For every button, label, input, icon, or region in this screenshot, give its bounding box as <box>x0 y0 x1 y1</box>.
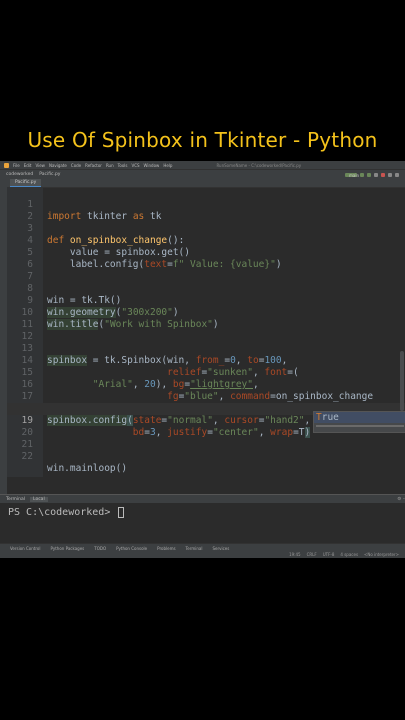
run-icon[interactable] <box>360 172 364 177</box>
code-line: 17 <box>7 379 405 402</box>
menu-file[interactable]: File <box>13 163 20 168</box>
menu-code[interactable]: Code <box>71 163 81 168</box>
menu-refactor[interactable]: Refactor <box>85 163 102 168</box>
code-line: 6 <box>7 247 405 270</box>
code-line: 3 def on_spinbox_change(): <box>7 211 405 246</box>
code-line: 1 import tkinter as tk <box>7 187 405 222</box>
search-icon[interactable] <box>388 172 392 177</box>
code-line: 7 <box>7 259 405 282</box>
code-line: 4 value = spinbox.get() <box>7 223 405 258</box>
status-interpreter[interactable]: <No interpreter> <box>364 552 399 557</box>
terminal-title: Terminal <box>6 496 26 502</box>
code-line: 18 spinbox.config(state="normal", cursor… <box>7 391 405 426</box>
menu-window[interactable]: Window <box>144 163 160 168</box>
breadcrumb-project[interactable]: codeworked <box>6 172 33 177</box>
editor-scrollbar[interactable] <box>400 351 404 411</box>
code-line: 13 spinbox = tk.Spinbox(win, from_=0, to… <box>7 331 405 366</box>
autocomplete-item-true[interactable]: True <box>314 412 405 423</box>
terminal-settings-icon[interactable]: ⚙ – <box>397 497 405 502</box>
menu-tools[interactable]: Tools <box>118 163 128 168</box>
code-text: win.mainloop() <box>47 463 128 474</box>
navigation-bar: codeworked Pacific.py main <box>0 169 405 179</box>
app-logo-icon <box>4 162 9 168</box>
video-title: Use Of Spinbox in Tkinter - Python <box>27 128 378 152</box>
autocomplete-hint <box>316 425 404 427</box>
menu-edit[interactable]: Edit <box>24 163 32 168</box>
ide-window: File Edit View Navigate Code Refactor Ru… <box>0 161 405 558</box>
terminal-prompt: PS C:\codeworked> <box>8 507 117 518</box>
terminal-cursor <box>118 507 124 518</box>
tab-pacific-py[interactable]: Pacific.py <box>10 179 42 187</box>
tool-python-packages[interactable]: Python Packages <box>50 546 84 551</box>
status-encoding[interactable]: UTF-8 <box>323 552 335 557</box>
window-title: RunSomeName - C:\codeworked\Pacific.py <box>216 162 302 168</box>
autocomplete-popup: True <box>313 411 405 433</box>
code-line: 16 fg="blue", command=on_spinbox_change <box>7 367 405 402</box>
tool-version-control[interactable]: Version Control <box>10 546 40 551</box>
tab-local[interactable]: Local <box>30 496 48 502</box>
breadcrumb-file[interactable]: Pacific.py <box>39 172 60 177</box>
code-line: 12 <box>7 319 405 342</box>
status-line-sep[interactable]: CRLF <box>307 552 317 557</box>
code-line: 5 label.config(text=f" Value: {value}") <box>7 235 405 270</box>
code-line: 22 win.mainloop() <box>7 439 405 474</box>
status-position[interactable]: 19:45 <box>289 552 301 557</box>
tool-python-console[interactable]: Python Console <box>116 546 147 551</box>
code-line: 14 relief="sunken", font=( <box>7 343 405 378</box>
code-editor[interactable]: 1 import tkinter as tk 2 3 def on_spinbo… <box>7 187 405 477</box>
debug-icon[interactable] <box>367 172 371 177</box>
terminal-panel[interactable]: PS C:\codeworked> <box>0 503 405 543</box>
menu-help[interactable]: Help <box>163 163 172 168</box>
menu-bar: File Edit View Navigate Code Refactor Ru… <box>0 161 405 169</box>
status-indent[interactable]: 4 spaces <box>340 552 358 557</box>
menu-vcs[interactable]: VCS <box>131 163 139 168</box>
run-toolbar: main <box>345 172 405 178</box>
tool-terminal[interactable]: Terminal <box>186 546 203 551</box>
code-line: 10 win.title("Work with Spinbox") <box>7 295 405 330</box>
settings-icon[interactable] <box>395 172 399 177</box>
line-number: 22 <box>21 451 33 462</box>
run-config-select[interactable]: main <box>345 172 359 178</box>
stop-icon[interactable] <box>381 172 385 177</box>
code-line: 15 "Arial", 20), bg="lightgrey", <box>7 355 405 390</box>
tool-todo[interactable]: TODO <box>94 546 106 551</box>
code-line: 11 <box>7 307 405 330</box>
menu-run[interactable]: Run <box>106 163 114 168</box>
code-line: 9 win.geometry("300x200") <box>7 283 405 318</box>
tool-services[interactable]: Services <box>212 546 229 551</box>
status-bar: 19:45 CRLF UTF-8 4 spaces <No interprete… <box>0 551 405 558</box>
code-line: 8 win = tk.Tk() <box>7 271 405 306</box>
coverage-icon[interactable] <box>374 172 378 177</box>
terminal-header: Terminal Local ⚙ – <box>0 494 405 503</box>
menu-view[interactable]: View <box>35 163 45 168</box>
code-line: 2 <box>7 199 405 222</box>
tool-problems[interactable]: Problems <box>157 546 175 551</box>
menu-navigate[interactable]: Navigate <box>49 163 67 168</box>
